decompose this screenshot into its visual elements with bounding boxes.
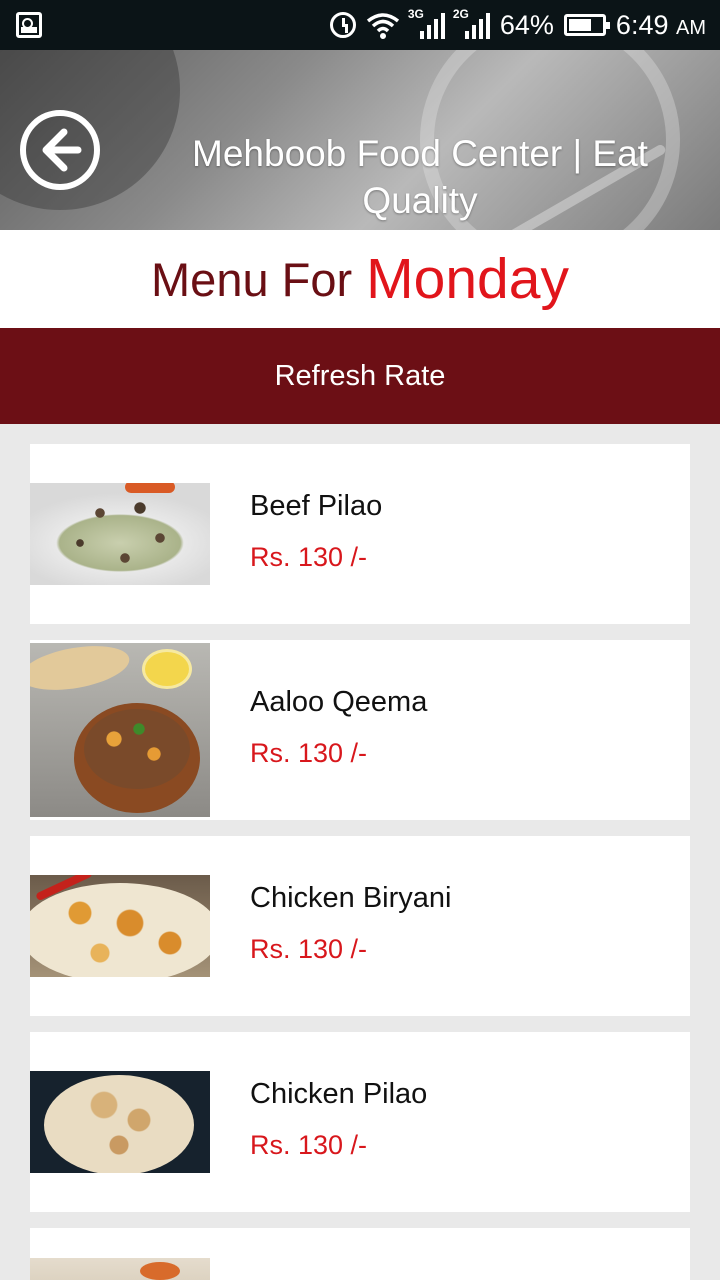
dish-image bbox=[30, 643, 210, 817]
list-item[interactable]: Beef Pilao Rs. 130 /- bbox=[30, 444, 690, 624]
wifi-icon bbox=[366, 13, 399, 39]
dish-image bbox=[30, 1071, 210, 1173]
clock: 6:49 AM bbox=[616, 10, 706, 41]
dish-name: Beef Pilao bbox=[250, 490, 383, 522]
dish-name: Chicken Biryani bbox=[250, 882, 452, 914]
refresh-rate-label: Refresh Rate bbox=[274, 359, 446, 392]
page-title-line1: Mehboob Food Center | Eat bbox=[192, 133, 648, 174]
list-item[interactable]: Chicken Biryani Rs. 130 /- bbox=[30, 836, 690, 1016]
list-item[interactable] bbox=[30, 1228, 690, 1280]
clock-ampm: AM bbox=[676, 16, 706, 39]
menu-heading: Menu For Monday bbox=[0, 230, 720, 328]
dish-image bbox=[30, 1258, 210, 1280]
gallery-icon bbox=[16, 12, 42, 38]
battery-icon bbox=[563, 14, 610, 36]
app-header: Mehboob Food Center | Eat Quality bbox=[0, 50, 720, 230]
list-item[interactable]: Chicken Pilao Rs. 130 /- bbox=[30, 1032, 690, 1212]
dish-name: Chicken Pilao bbox=[250, 1078, 428, 1110]
alarm-icon bbox=[329, 12, 356, 38]
refresh-rate-button[interactable]: Refresh Rate bbox=[0, 328, 720, 424]
network-type-3g: 3G bbox=[407, 7, 424, 21]
back-button[interactable] bbox=[20, 110, 100, 190]
dish-image bbox=[30, 875, 210, 977]
menu-for-label: Menu For bbox=[151, 252, 353, 306]
dish-image bbox=[30, 483, 210, 585]
menu-day: Monday bbox=[366, 247, 569, 311]
status-bar: 3G 2G 64% 6:49 AM bbox=[0, 0, 720, 50]
signal-3g-icon: 3G bbox=[408, 7, 445, 39]
arrow-left-icon bbox=[42, 128, 82, 172]
dish-name: Aaloo Qeema bbox=[250, 686, 428, 718]
list-item[interactable]: Aaloo Qeema Rs. 130 /- bbox=[30, 640, 690, 820]
dish-price: Rs. 130 /- bbox=[250, 934, 368, 964]
network-type-2g: 2G bbox=[452, 7, 469, 21]
clock-time: 6:49 bbox=[615, 9, 669, 40]
page-title-line2: Quality bbox=[362, 180, 478, 221]
signal-2g-icon: 2G bbox=[453, 7, 490, 39]
battery-percent: 64% bbox=[499, 9, 554, 40]
dish-price: Rs. 130 /- bbox=[250, 542, 368, 572]
dish-price: Rs. 130 /- bbox=[250, 1130, 368, 1160]
dish-price: Rs. 130 /- bbox=[250, 738, 368, 768]
page-title: Mehboob Food Center | Eat Quality bbox=[150, 130, 690, 224]
